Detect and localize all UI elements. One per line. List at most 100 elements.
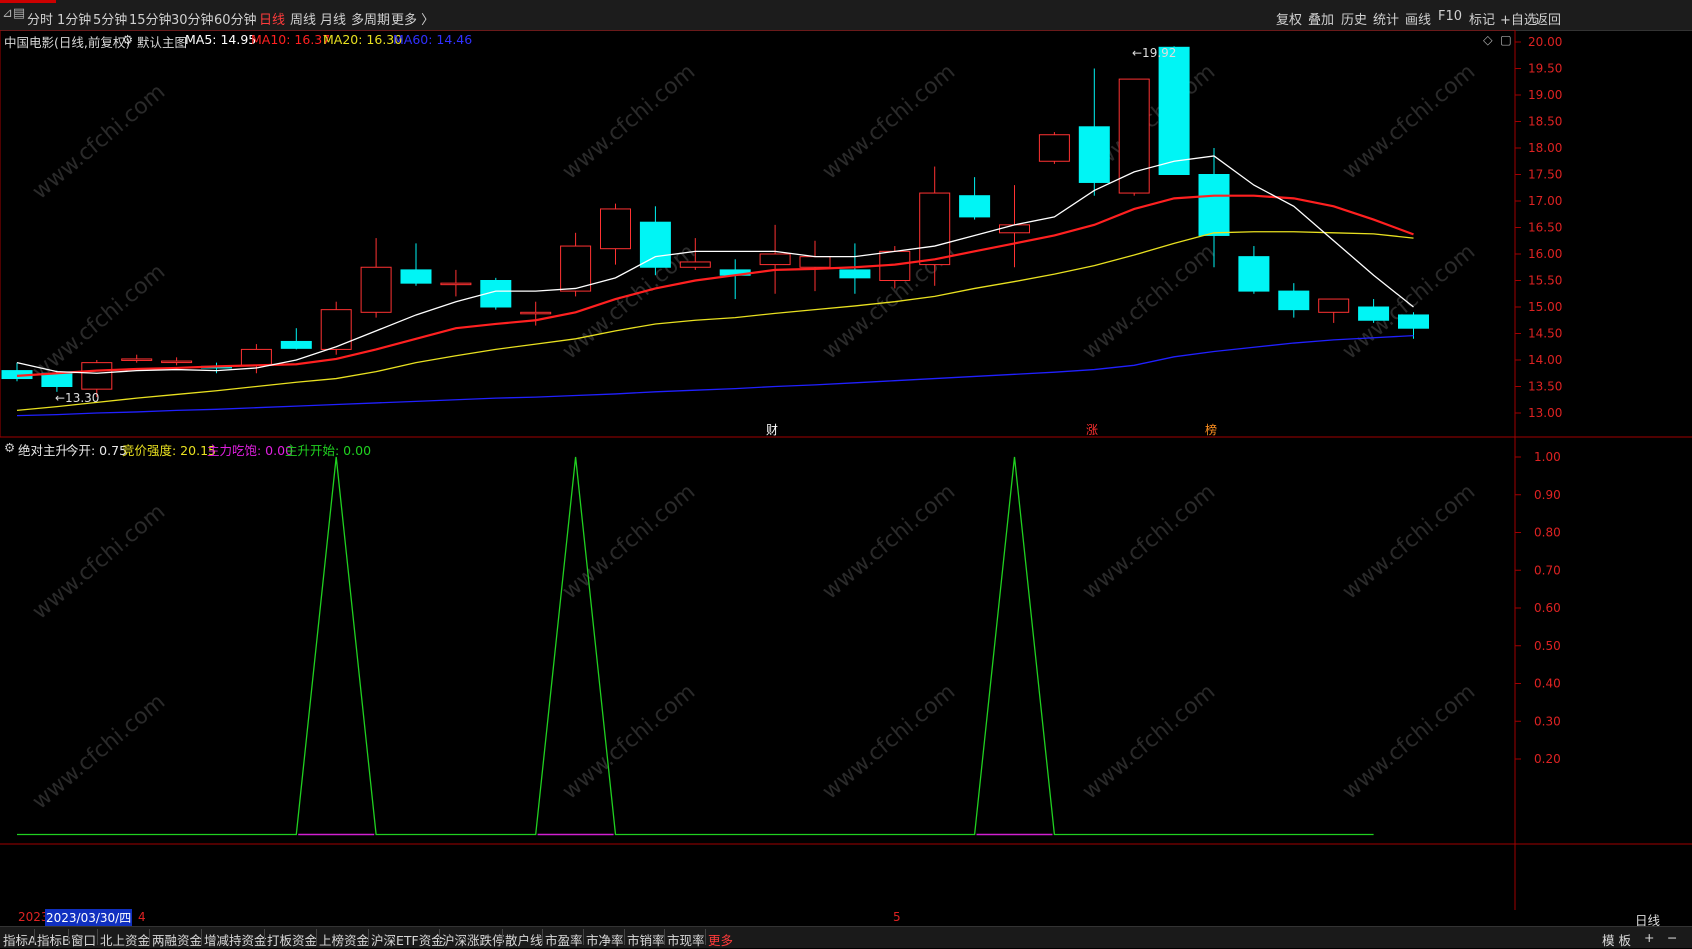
indicator-tab-15[interactable]: 更多 bbox=[708, 930, 733, 949]
candle-up[interactable] bbox=[1318, 298, 1350, 313]
candle-down[interactable] bbox=[280, 340, 312, 349]
indicator-tab-10[interactable]: 散户线 bbox=[505, 930, 543, 949]
candle-down[interactable] bbox=[1198, 174, 1230, 236]
event-marker[interactable]: 涨 bbox=[1086, 422, 1098, 437]
period-tab-2[interactable]: 5分钟 bbox=[93, 9, 127, 28]
active-tab-indicator bbox=[0, 0, 56, 3]
candle-up[interactable] bbox=[440, 282, 472, 286]
candle-down[interactable] bbox=[1398, 314, 1429, 329]
collapse-icon[interactable]: ⊿▤ bbox=[2, 6, 25, 21]
candle-up[interactable] bbox=[679, 261, 711, 268]
y-tick-label: 17.00 bbox=[1528, 194, 1562, 208]
candle-down[interactable] bbox=[1358, 306, 1390, 321]
toolbar-button-1[interactable]: 叠加 bbox=[1308, 9, 1334, 28]
toolbar-button-4[interactable]: 画线 bbox=[1405, 9, 1431, 28]
indicator-tab-1[interactable]: 指标B bbox=[37, 930, 71, 949]
watermark: www.cfchi.com bbox=[558, 479, 700, 604]
candle-down[interactable] bbox=[839, 269, 871, 279]
watermark: www.cfchi.com bbox=[1078, 239, 1220, 364]
candle-up[interactable] bbox=[1038, 134, 1070, 162]
candle-up[interactable] bbox=[520, 311, 552, 315]
watermark: www.cfchi.com bbox=[818, 59, 960, 184]
candle-up[interactable] bbox=[161, 360, 193, 364]
indicator-tab-11[interactable]: 市盈率 bbox=[545, 930, 583, 949]
main-plot-border bbox=[0, 30, 1516, 438]
indicator-chart[interactable]: www.cfchi.com www.cfchi.com www.cfchi.com w… bbox=[0, 438, 1692, 910]
candle-up[interactable] bbox=[81, 362, 113, 390]
indicator-tab-6[interactable]: 打板资金 bbox=[267, 930, 317, 949]
zoom-out-button[interactable]: − bbox=[1667, 930, 1677, 945]
candle-down[interactable] bbox=[400, 269, 432, 284]
toolbar-button-5[interactable]: F10 bbox=[1438, 9, 1462, 24]
indicator-tab-2[interactable]: 窗口 bbox=[71, 930, 96, 949]
toolbar-button-6[interactable]: 标记 bbox=[1469, 9, 1495, 28]
candle-up[interactable] bbox=[600, 208, 631, 250]
y-tick-label: 0.50 bbox=[1534, 639, 1561, 653]
event-marker[interactable]: 财 bbox=[766, 423, 778, 437]
period-tab-3[interactable]: 15分钟 bbox=[129, 9, 172, 28]
toolbar-button-8[interactable]: 返回 bbox=[1535, 9, 1561, 28]
low-annotation: ←13.30 bbox=[55, 391, 99, 405]
period-tab-6[interactable]: 日线 bbox=[259, 9, 285, 28]
watermark: www.cfchi.com bbox=[1078, 479, 1220, 604]
candle-up[interactable] bbox=[799, 256, 831, 268]
candle-up[interactable] bbox=[919, 192, 951, 266]
period-tab-10[interactable]: 更多 〉 bbox=[391, 9, 434, 28]
indicator-tab-12[interactable]: 市净率 bbox=[586, 930, 624, 949]
candle-up[interactable] bbox=[121, 358, 153, 361]
indicator-tab-0[interactable]: 指标A bbox=[3, 930, 37, 949]
candle-up[interactable] bbox=[560, 245, 592, 292]
indicator-tab-13[interactable]: 市销率 bbox=[627, 930, 665, 949]
period-tab-1[interactable]: 1分钟 bbox=[57, 9, 91, 28]
y-tick-label: 0.60 bbox=[1534, 601, 1561, 615]
indicator-tab-9[interactable]: 沪深涨跌停 bbox=[442, 930, 505, 949]
watermark: www.cfchi.com bbox=[1338, 239, 1480, 364]
watermark: www.cfchi.com bbox=[1338, 679, 1480, 804]
y-tick-label: 0.40 bbox=[1534, 677, 1561, 691]
indicator-tab-7[interactable]: 上榜资金 bbox=[319, 930, 369, 949]
watermark: www.cfchi.com bbox=[558, 59, 700, 184]
indicator-tab-5[interactable]: 增减持资金 bbox=[204, 930, 267, 949]
indicator-tab-4[interactable]: 两融资金 bbox=[152, 930, 202, 949]
tab-separator bbox=[439, 929, 440, 945]
candlestick-chart[interactable]: www.cfchi.com www.cfchi.com www.cfchi.com w… bbox=[0, 30, 1692, 475]
indicator-tab-14[interactable]: 市现率 bbox=[667, 930, 705, 949]
template-button[interactable]: 模 板 bbox=[1602, 930, 1631, 949]
candle-down[interactable] bbox=[1158, 46, 1190, 175]
toolbar-button-7[interactable]: +自选 bbox=[1500, 9, 1537, 28]
y-tick-label: 14.50 bbox=[1528, 327, 1562, 341]
watermark: www.cfchi.com bbox=[28, 689, 170, 814]
candle-up[interactable] bbox=[360, 266, 392, 313]
candle-up[interactable] bbox=[1118, 78, 1150, 194]
y-tick-label: 19.00 bbox=[1528, 88, 1562, 102]
candle-down[interactable] bbox=[1078, 126, 1110, 183]
period-tab-9[interactable]: 多周期 bbox=[351, 9, 390, 28]
candle-up[interactable] bbox=[240, 348, 272, 366]
candle-up[interactable] bbox=[320, 309, 352, 350]
candle-up[interactable] bbox=[999, 224, 1030, 234]
period-tab-4[interactable]: 30分钟 bbox=[171, 9, 214, 28]
tab-separator bbox=[583, 929, 584, 945]
period-tab-5[interactable]: 60分钟 bbox=[214, 9, 257, 28]
period-tab-0[interactable]: 分时 bbox=[27, 9, 53, 28]
indicator-tab-3[interactable]: 北上资金 bbox=[100, 930, 150, 949]
period-tab-7[interactable]: 周线 bbox=[290, 9, 316, 28]
candle-down[interactable] bbox=[1278, 290, 1310, 311]
toolbar-button-0[interactable]: 复权 bbox=[1276, 9, 1302, 28]
period-tab-8[interactable]: 月线 bbox=[320, 9, 346, 28]
toolbar-button-3[interactable]: 统计 bbox=[1373, 9, 1399, 28]
y-tick-label: 1.00 bbox=[1534, 450, 1561, 464]
zoom-in-button[interactable]: + bbox=[1644, 930, 1654, 945]
candle-up[interactable] bbox=[759, 253, 791, 266]
candle-down[interactable] bbox=[1238, 256, 1270, 292]
indicator-tab-8[interactable]: 沪深ETF资金 bbox=[371, 930, 444, 949]
candle-down[interactable] bbox=[959, 195, 991, 218]
candle-down[interactable] bbox=[639, 221, 671, 268]
event-marker[interactable]: 榜 bbox=[1205, 422, 1217, 437]
tab-separator bbox=[624, 929, 625, 945]
toolbar-button-2[interactable]: 历史 bbox=[1341, 9, 1367, 28]
tab-separator bbox=[502, 929, 503, 945]
y-tick-label: 13.00 bbox=[1528, 406, 1562, 420]
watermark: www.cfchi.com bbox=[28, 79, 170, 204]
candle-down[interactable] bbox=[41, 372, 73, 387]
